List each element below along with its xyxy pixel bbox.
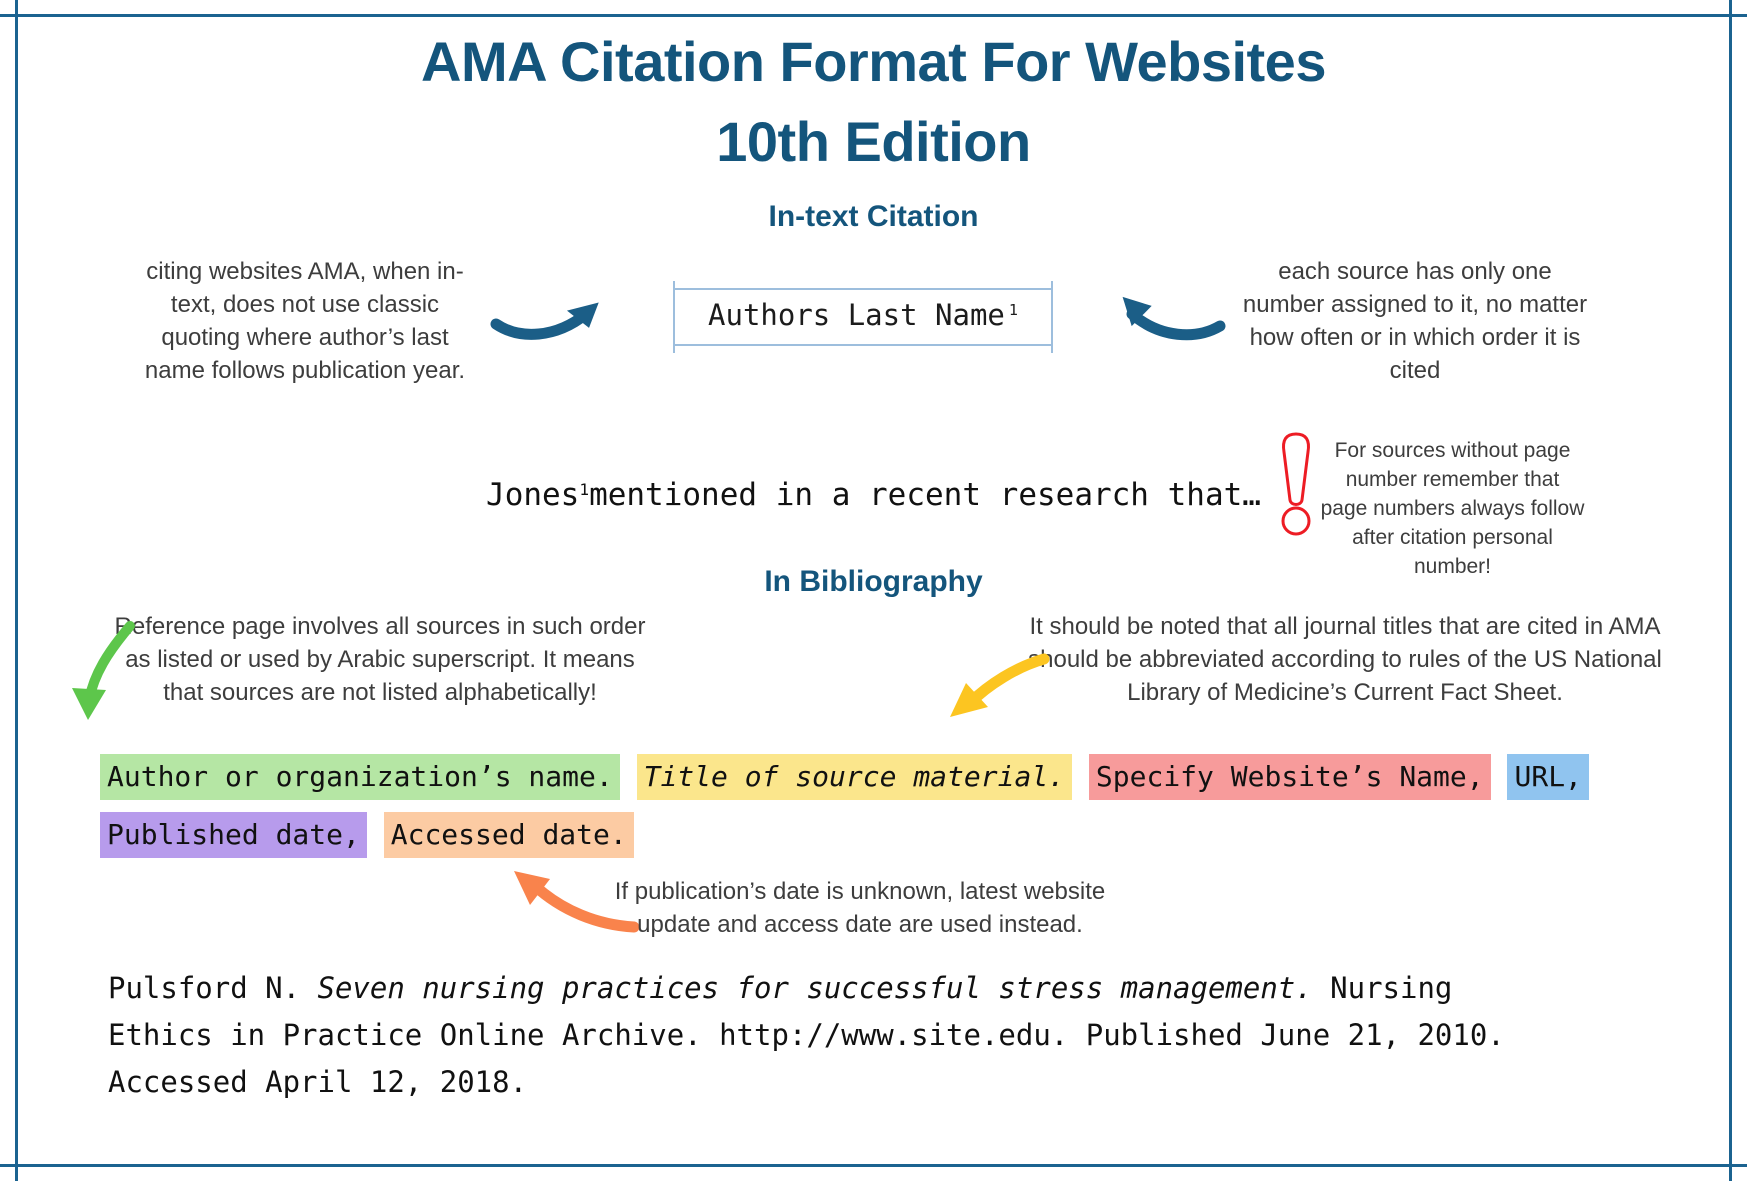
- in-text-format-box: Authors Last Name 1: [673, 281, 1053, 353]
- example-citation-title: Seven nursing practices for successful s…: [317, 971, 1313, 1005]
- note-bibliography-bottom: If publication’s date is unknown, latest…: [614, 878, 1106, 938]
- format-box-superscript: 1: [1008, 301, 1018, 319]
- arrow-from-right-note-icon: [1122, 296, 1226, 341]
- page-frame-bottom-line: [0, 1164, 1747, 1167]
- note-in-text-left: citing websites AMA, when in-text, does …: [144, 258, 466, 384]
- bibliography-template: Author or organization’s name. Title of …: [100, 748, 1630, 864]
- template-part-website-name: Specify Website’s Name,: [1088, 754, 1491, 800]
- template-part-title: Title of source material.: [636, 754, 1073, 800]
- arrow-yellow-down-left-icon: [950, 653, 1050, 717]
- example-citation: Pulsford N. Seven nursing practices for …: [108, 965, 1528, 1106]
- exclamation-mark-icon: [1281, 432, 1311, 536]
- warning-note-text: For sources without page number remember…: [1320, 439, 1585, 578]
- note-bibliography-left: Reference page involves all sources in s…: [114, 613, 646, 706]
- format-box-top-border: [673, 288, 1053, 290]
- section-heading-in-bibliography: In Bibliography: [764, 565, 983, 598]
- note-bibliography-right: It should be noted that all journal titl…: [1028, 613, 1662, 706]
- in-text-example-author: Jones: [486, 477, 580, 513]
- in-text-example-superscript: 1: [579, 480, 590, 499]
- template-part-author: Author or organization’s name.: [100, 754, 620, 800]
- note-in-text-right: each source has only one number assigned…: [1242, 258, 1588, 384]
- arrow-green-down-icon: [72, 621, 135, 720]
- template-part-accessed-date: Accessed date.: [383, 812, 634, 858]
- format-box-text-wrapper: Authors Last Name 1: [673, 298, 1053, 332]
- format-box-label: Authors Last Name: [708, 298, 1005, 332]
- section-heading-in-text-citation: In-text Citation: [768, 200, 979, 233]
- template-part-url: URL,: [1507, 754, 1589, 800]
- format-box-bottom-border: [673, 344, 1053, 346]
- example-citation-author: Pulsford N.: [108, 971, 318, 1005]
- in-text-example-rest: mentioned in a recent research that…: [589, 477, 1261, 513]
- arrow-to-format-box-icon: [490, 302, 599, 340]
- page-title-line-1: AMA Citation Format For Websites: [421, 30, 1326, 93]
- page-title-line-2: 10th Edition: [716, 110, 1031, 173]
- template-part-published-date: Published date,: [100, 812, 367, 858]
- page-frame-top-line: [0, 14, 1747, 17]
